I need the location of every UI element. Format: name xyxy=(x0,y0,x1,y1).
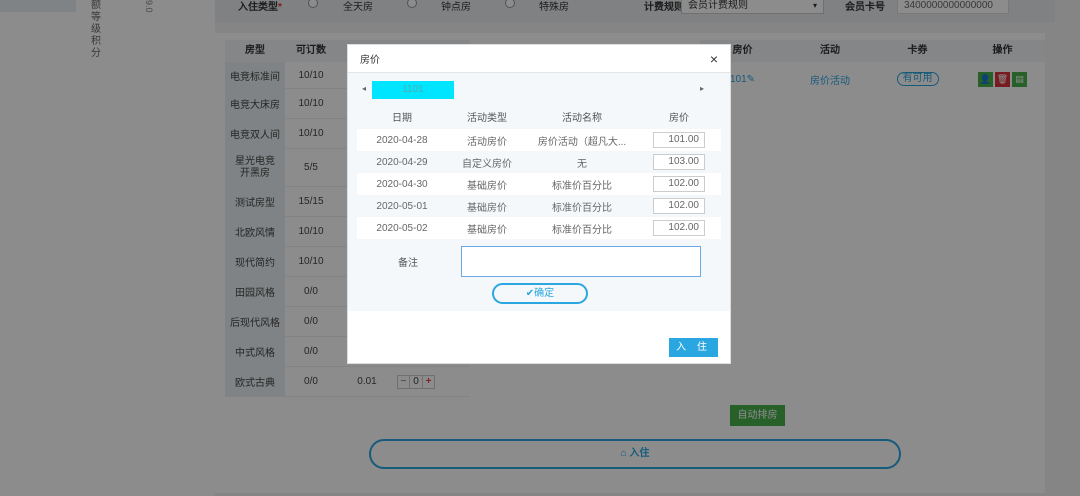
room-tabs: ◂ 1101 ▸ xyxy=(358,81,720,99)
confirm-button[interactable]: ✔确定 xyxy=(492,283,588,304)
modal-checkin-button[interactable]: 入 住 xyxy=(669,338,718,357)
price-table: 日期 活动类型 活动名称 房价 2020-04-28 活动房价 房价活动（超凡大..… xyxy=(357,109,721,239)
row-type: 基础房价 xyxy=(467,224,507,236)
row-date: 2020-04-30 xyxy=(376,178,428,190)
price-table-header: 日期 活动类型 活动名称 房价 xyxy=(357,109,721,129)
remark-textarea[interactable] xyxy=(461,246,701,277)
table-row: 2020-04-28 活动房价 房价活动（超凡大... 101.00 xyxy=(357,129,721,151)
header-activity-type: 活动类型 xyxy=(467,113,507,124)
remark-label: 备注 xyxy=(398,258,418,269)
row-name: 标准价百分比 xyxy=(552,180,612,192)
row-date: 2020-05-01 xyxy=(376,200,428,212)
header-activity-name: 活动名称 xyxy=(562,113,602,124)
price-input[interactable]: 103.00 xyxy=(653,154,705,170)
row-name: 标准价百分比 xyxy=(552,224,612,236)
modal-header: 房价 × xyxy=(348,45,730,73)
price-input[interactable]: 102.00 xyxy=(653,176,705,192)
row-name: 标准价百分比 xyxy=(552,202,612,214)
table-row: 2020-04-30 基础房价 标准价百分比 102.00 xyxy=(357,173,721,195)
header-date: 日期 xyxy=(392,113,412,124)
row-type: 基础房价 xyxy=(467,180,507,192)
price-input[interactable]: 102.00 xyxy=(653,220,705,236)
table-row: 2020-05-01 基础房价 标准价百分比 102.00 xyxy=(357,195,721,217)
row-name: 无 xyxy=(577,158,587,170)
tab-prev-icon[interactable]: ◂ xyxy=(362,84,366,93)
room-price-modal: 房价 × ◂ 1101 ▸ 日期 活动类型 活动名称 房价 2020-04-28… xyxy=(347,44,731,364)
price-input[interactable]: 102.00 xyxy=(653,198,705,214)
row-type: 活动房价 xyxy=(467,136,507,148)
price-input[interactable]: 101.00 xyxy=(653,132,705,148)
tab-next-icon[interactable]: ▸ xyxy=(700,84,704,93)
close-icon[interactable]: × xyxy=(710,51,718,67)
row-date: 2020-04-29 xyxy=(376,156,428,168)
header-room-price: 房价 xyxy=(669,113,689,124)
tab-room[interactable]: 1101 xyxy=(372,81,454,99)
row-name: 房价活动（超凡大... xyxy=(537,136,627,148)
row-date: 2020-04-28 xyxy=(376,134,428,146)
row-type: 自定义房价 xyxy=(462,158,512,170)
row-type: 基础房价 xyxy=(467,202,507,214)
modal-title: 房价 xyxy=(360,55,380,66)
table-row: 2020-04-29 自定义房价 无 103.00 xyxy=(357,151,721,173)
table-row: 2020-05-02 基础房价 标准价百分比 102.00 xyxy=(357,217,721,239)
modal-body: ◂ 1101 ▸ 日期 活动类型 活动名称 房价 2020-04-28 活动房价 房… xyxy=(348,73,730,311)
row-date: 2020-05-02 xyxy=(376,222,428,234)
